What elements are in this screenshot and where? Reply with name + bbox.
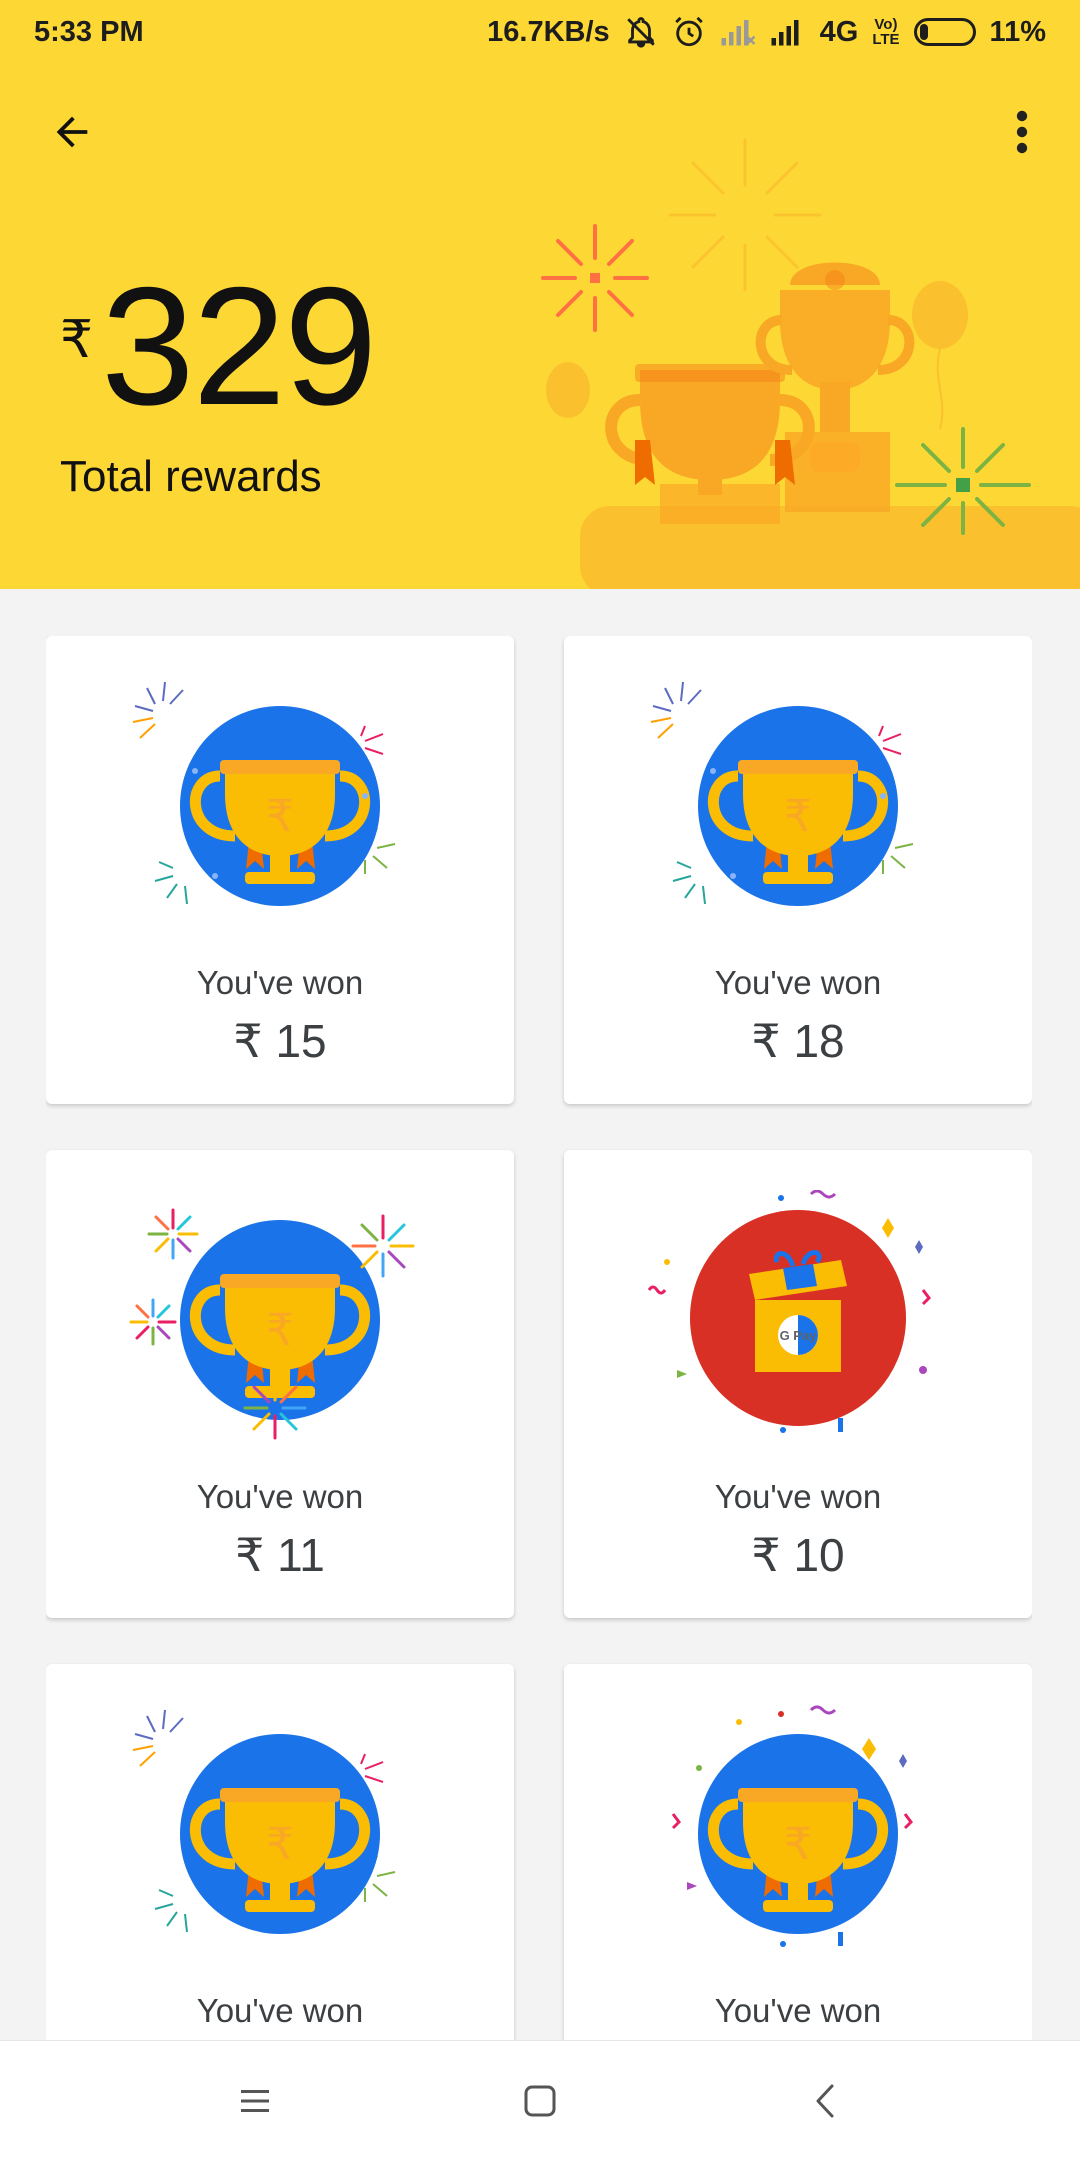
reward-amount: ₹ 18 <box>751 1015 845 1067</box>
trophy-icon: ₹ <box>650 681 914 906</box>
gift-box-icon: G Pay <box>647 1190 931 1433</box>
reward-card[interactable]: ₹ You've won ₹ 15 <box>46 636 514 1104</box>
svg-text:₹: ₹ <box>784 791 812 842</box>
trophy-icon: ₹ <box>671 1705 913 1947</box>
menu-icon <box>241 2089 269 2112</box>
reward-card[interactable]: ₹ You've won <box>564 1664 1032 2040</box>
trophy-podium-illustration <box>541 138 1080 589</box>
trophy-icon: ₹ <box>129 1208 415 1440</box>
reward-card[interactable]: G Pay You've won ₹ 10 <box>564 1150 1032 1618</box>
nav-back-icon <box>816 2084 834 2117</box>
reward-label: You've won <box>196 1478 364 1515</box>
alarm-icon <box>674 16 703 47</box>
svg-text:₹: ₹ <box>266 1819 294 1870</box>
reward-card[interactable]: ₹ You've won ₹ 11 <box>46 1150 514 1618</box>
rewards-header: 5:33 PM 16.7KB/s 4G Vo) LTE 11% ₹ 329 To… <box>0 0 1080 589</box>
reward-card[interactable]: ₹ You've won ₹ 18 <box>564 636 1032 1104</box>
reward-amount: ₹ 10 <box>751 1529 845 1581</box>
reward-amount: ₹ 15 <box>233 1015 327 1067</box>
signal-no-service-icon <box>721 20 755 46</box>
signal-strength-icon <box>771 20 799 46</box>
reward-label: You've won <box>714 1478 882 1515</box>
system-nav-bar <box>0 2040 1080 2160</box>
svg-text:G Pay: G Pay <box>780 1328 818 1343</box>
svg-text:₹: ₹ <box>266 791 294 842</box>
volte-indicator: Vo) LTE <box>872 16 900 48</box>
svg-text:₹: ₹ <box>784 1819 812 1870</box>
network-speed: 16.7KB/s <box>487 15 610 48</box>
status-icons: 16.7KB/s 4G Vo) LTE 11% <box>487 15 1046 49</box>
reward-label: You've won <box>196 964 364 1001</box>
total-rewards-label: Total rewards <box>60 452 322 501</box>
system-back-button[interactable] <box>785 2061 865 2141</box>
arrow-back-icon <box>56 116 88 148</box>
total-rewards-amount: ₹ 329 <box>60 252 377 440</box>
home-button[interactable] <box>500 2061 580 2141</box>
battery-icon <box>913 18 976 46</box>
trophy-icon: ₹ <box>132 1709 396 1934</box>
currency-symbol: ₹ <box>60 311 94 369</box>
svg-text:₹: ₹ <box>266 1305 294 1356</box>
reward-label: You've won <box>714 1992 882 2029</box>
trophy-icon: ₹ <box>132 681 396 906</box>
reward-card[interactable]: ₹ You've won <box>46 1664 514 2040</box>
status-bar: 5:33 PM 16.7KB/s 4G Vo) LTE 11% <box>0 0 1080 64</box>
mute-bell-icon <box>626 17 655 48</box>
battery-percent: 11% <box>989 15 1046 48</box>
rewards-grid: ₹ You've won ₹ 15 ₹ You've won ₹ 18 ₹ Yo… <box>46 636 1032 2040</box>
home-square-icon <box>524 2085 556 2116</box>
status-time: 5:33 PM <box>34 15 144 48</box>
reward-label: You've won <box>196 1992 364 2029</box>
total-amount: 329 <box>101 252 377 440</box>
back-button[interactable] <box>40 100 104 164</box>
network-type: 4G <box>819 15 859 48</box>
reward-amount: ₹ 11 <box>235 1529 325 1581</box>
recent-apps-button[interactable] <box>215 2061 295 2141</box>
reward-label: You've won <box>714 964 882 1001</box>
